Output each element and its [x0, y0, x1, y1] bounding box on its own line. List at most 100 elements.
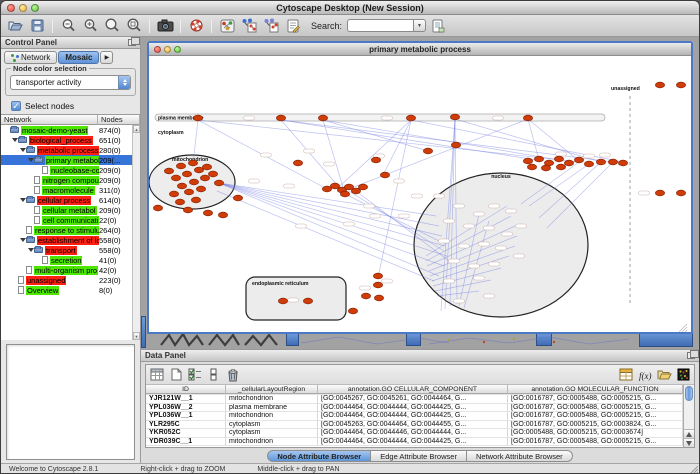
- tree-row-secretion[interactable]: secretion41(0): [1, 255, 132, 265]
- network-window-titlebar[interactable]: primary metabolic process: [149, 43, 691, 56]
- expander-icon[interactable]: [19, 148, 26, 152]
- tree-row-macromolecule[interactable]: macromolecule311(0): [1, 185, 132, 195]
- column-header-nodes[interactable]: Nodes: [98, 115, 140, 125]
- network-overview-icon[interactable]: [217, 17, 237, 35]
- network-canvas[interactable]: plasma membranecytoplasmmitochondrionnuc…: [149, 56, 691, 332]
- network-node: [380, 172, 389, 178]
- tabs-overflow-arrow[interactable]: ▶: [100, 51, 113, 64]
- column-header[interactable]: _cellularLayoutRegion: [226, 385, 318, 394]
- minimize-button[interactable]: [19, 4, 27, 12]
- matrix-view-icon[interactable]: [675, 367, 691, 383]
- table-row[interactable]: YKR052Ccytoplasm[GO:0044464, GO:0044446,…: [146, 429, 683, 438]
- search-dropdown-button[interactable]: ▼: [413, 19, 426, 32]
- close-button[interactable]: [7, 4, 15, 12]
- tree-row-overview[interactable]: Overview8(0): [1, 285, 132, 295]
- annotation-icon[interactable]: [283, 17, 303, 35]
- zoom-in-icon[interactable]: [80, 17, 100, 35]
- tab-network[interactable]: Network: [4, 51, 57, 64]
- tab-edge-attribute-browser[interactable]: Edge Attribute Browser: [371, 450, 467, 462]
- tree-row-multi-organism-pro[interactable]: multi-organism pro42(0): [1, 265, 132, 275]
- table-row[interactable]: YJR121W__1mitochondrion[GO:0045267, GO:0…: [146, 395, 683, 404]
- vizmap-layout-icon-1[interactable]: [239, 17, 259, 35]
- tree-row-cellular-metabol[interactable]: cellular metabol209(0): [1, 205, 132, 215]
- network-node: [596, 159, 605, 165]
- tree-row-primary-metabolic[interactable]: primary metabolic209(...: [1, 155, 132, 165]
- tree-row-nitrogen-compou[interactable]: nitrogen compou209(0): [1, 175, 132, 185]
- node-label-mark: [584, 154, 595, 158]
- table-row[interactable]: YLR295Ccytoplasm[GO:0045263, GO:0044464,…: [146, 421, 683, 430]
- table-row[interactable]: YDR039C__1mitochondrion[GO:0044464, GO:0…: [146, 438, 683, 447]
- tab-network-attribute-browser[interactable]: Network Attribute Browser: [467, 450, 573, 462]
- snapshot-icon[interactable]: [155, 17, 175, 35]
- select-nodes-checkbox[interactable]: ✓: [11, 101, 21, 111]
- unselect-all-attributes-icon[interactable]: [206, 367, 222, 383]
- import-table-icon[interactable]: [428, 17, 448, 35]
- column-header[interactable]: ID: [146, 385, 226, 394]
- help-icon[interactable]: [186, 17, 206, 35]
- tree-scrollbar[interactable]: ▲ ▼: [132, 125, 140, 340]
- float-panel-icon[interactable]: [128, 39, 136, 46]
- tree-row-biological-process[interactable]: biological_process651(0): [1, 135, 132, 145]
- scroll-up-icon[interactable]: [684, 429, 694, 438]
- zoom-button[interactable]: [31, 4, 39, 12]
- tree-row-label: macromolecule: [42, 186, 95, 195]
- tree-row-unassigned[interactable]: unassigned223(0): [1, 275, 132, 285]
- table-row[interactable]: YPL036W__1mitochondrion[GO:0044464, GO:0…: [146, 412, 683, 421]
- expander-icon[interactable]: [19, 198, 26, 202]
- close-button[interactable]: [154, 46, 161, 53]
- page-icon: [34, 176, 40, 184]
- delete-attribute-icon[interactable]: [225, 367, 241, 383]
- tab-node-attribute-browser[interactable]: Node Attribute Browser: [267, 450, 371, 462]
- network-edge: [455, 119, 601, 162]
- select-attributes-icon[interactable]: [149, 367, 165, 383]
- zoom-selected-icon[interactable]: [124, 17, 144, 35]
- minimize-button[interactable]: [164, 46, 171, 53]
- select-nodes-label: Select nodes: [25, 101, 74, 111]
- network-node: [193, 115, 202, 121]
- scrollbar-thumb[interactable]: [685, 386, 693, 401]
- network-node: [189, 179, 198, 185]
- scroll-track[interactable]: [133, 133, 140, 332]
- new-attribute-icon[interactable]: [168, 367, 184, 383]
- select-all-attributes-icon[interactable]: [187, 367, 203, 383]
- zoom-fit-icon[interactable]: [102, 17, 122, 35]
- background-network-preview: [299, 333, 639, 347]
- tree-row-transport[interactable]: transport558(0): [1, 245, 132, 255]
- search-input[interactable]: [347, 19, 413, 32]
- table-row[interactable]: YPL036W__2plasma membrane[GO:0044464, GO…: [146, 404, 683, 413]
- tree-row-cell-communicati[interactable]: cell communicati22(0): [1, 215, 132, 225]
- column-header[interactable]: annotation.GO CELLULAR_COMPONENT: [318, 385, 508, 394]
- node-color-dropdown[interactable]: transporter activity: [10, 75, 131, 90]
- scroll-down-icon[interactable]: ▼: [133, 332, 140, 340]
- tree-row-cellular-process[interactable]: cellular process614(0): [1, 195, 132, 205]
- column-header[interactable]: annotation.GO MOLECULAR_FUNCTION: [508, 385, 683, 394]
- attribute-table-icon[interactable]: [618, 367, 634, 383]
- scroll-up-icon[interactable]: ▲: [133, 125, 140, 133]
- save-icon[interactable]: [27, 17, 47, 35]
- birdseye-view[interactable]: [6, 344, 135, 460]
- network-node: [348, 308, 357, 314]
- tree-row-node-count: 22(0): [99, 216, 132, 225]
- tab-mosaic[interactable]: Mosaic: [58, 51, 99, 64]
- expander-icon[interactable]: [27, 248, 34, 252]
- resize-grip-icon[interactable]: [688, 464, 698, 474]
- expander-icon[interactable]: [19, 238, 26, 242]
- float-panel-icon[interactable]: [687, 352, 695, 359]
- scroll-down-icon[interactable]: [684, 438, 694, 447]
- tree-row-metabolic-process[interactable]: metabolic process280(0): [1, 145, 132, 155]
- table-scrollbar[interactable]: [683, 385, 694, 447]
- zoom-out-icon[interactable]: [58, 17, 78, 35]
- tree-row-establishment-of-lo[interactable]: establishment of lo558(0): [1, 235, 132, 245]
- tree-row-response-to-stimulus[interactable]: response to stimulus264(0): [1, 225, 132, 235]
- tree-row-node-count: 41(0): [99, 256, 132, 265]
- open-button[interactable]: [5, 17, 25, 35]
- vizmap-layout-icon-2[interactable]: [261, 17, 281, 35]
- expander-icon[interactable]: [11, 138, 18, 142]
- tree-row-mosaic-demo-yeast[interactable]: mosaic-demo-yeast874(0): [1, 125, 132, 135]
- formula-builder-icon[interactable]: f(x): [637, 367, 653, 383]
- zoom-button[interactable]: [174, 46, 181, 53]
- expander-icon[interactable]: [27, 158, 34, 162]
- import-folder-icon[interactable]: [656, 367, 672, 383]
- column-header-network[interactable]: Network: [1, 115, 98, 125]
- tree-row-nucleobase-con[interactable]: nucleobase-con209(0): [1, 165, 132, 175]
